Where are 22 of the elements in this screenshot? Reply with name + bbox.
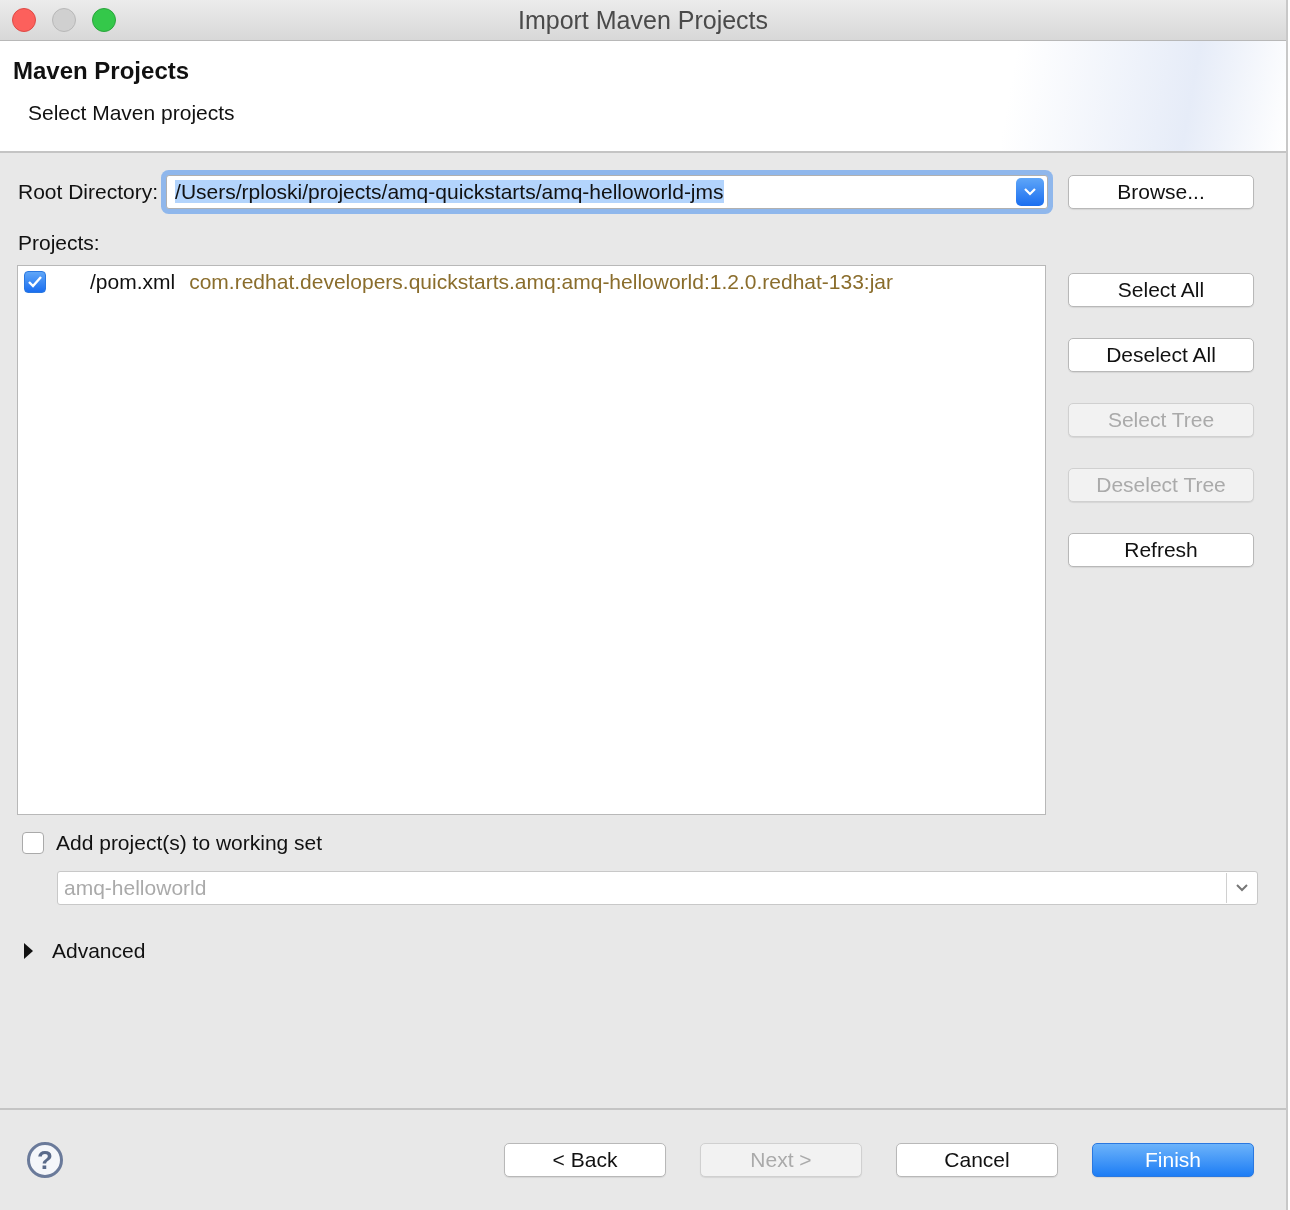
checkmark-icon	[27, 275, 43, 289]
chevron-down-icon	[1235, 883, 1249, 893]
deselect-all-button[interactable]: Deselect All	[1068, 338, 1254, 372]
page-subtitle: Select Maven projects	[28, 101, 236, 125]
chevron-down-icon	[1023, 187, 1037, 197]
browse-button[interactable]: Browse...	[1068, 175, 1254, 209]
projects-label: Projects:	[18, 231, 101, 255]
root-directory-label: Root Directory:	[18, 180, 159, 204]
page-title: Maven Projects	[13, 57, 191, 85]
close-button[interactable]	[12, 8, 36, 32]
disclosure-triangle-icon[interactable]	[22, 943, 34, 959]
advanced-label[interactable]: Advanced	[52, 939, 146, 963]
help-icon[interactable]: ?	[27, 1142, 63, 1178]
checkbox[interactable]	[24, 271, 46, 293]
window-title: Import Maven Projects	[517, 5, 769, 34]
project-artifact[interactable]: com.redhat.developers.quickstarts.amq:amq-helloworld:1.2.0.redhat-133:jar	[189, 270, 894, 294]
zoom-button[interactable]	[92, 8, 116, 32]
select-all-button[interactable]: Select All	[1068, 273, 1254, 307]
project-path[interactable]: /pom.xml	[90, 270, 176, 294]
back-button[interactable]: < Back	[504, 1143, 666, 1177]
refresh-button[interactable]: Refresh	[1068, 533, 1254, 567]
cancel-button[interactable]: Cancel	[896, 1143, 1058, 1177]
